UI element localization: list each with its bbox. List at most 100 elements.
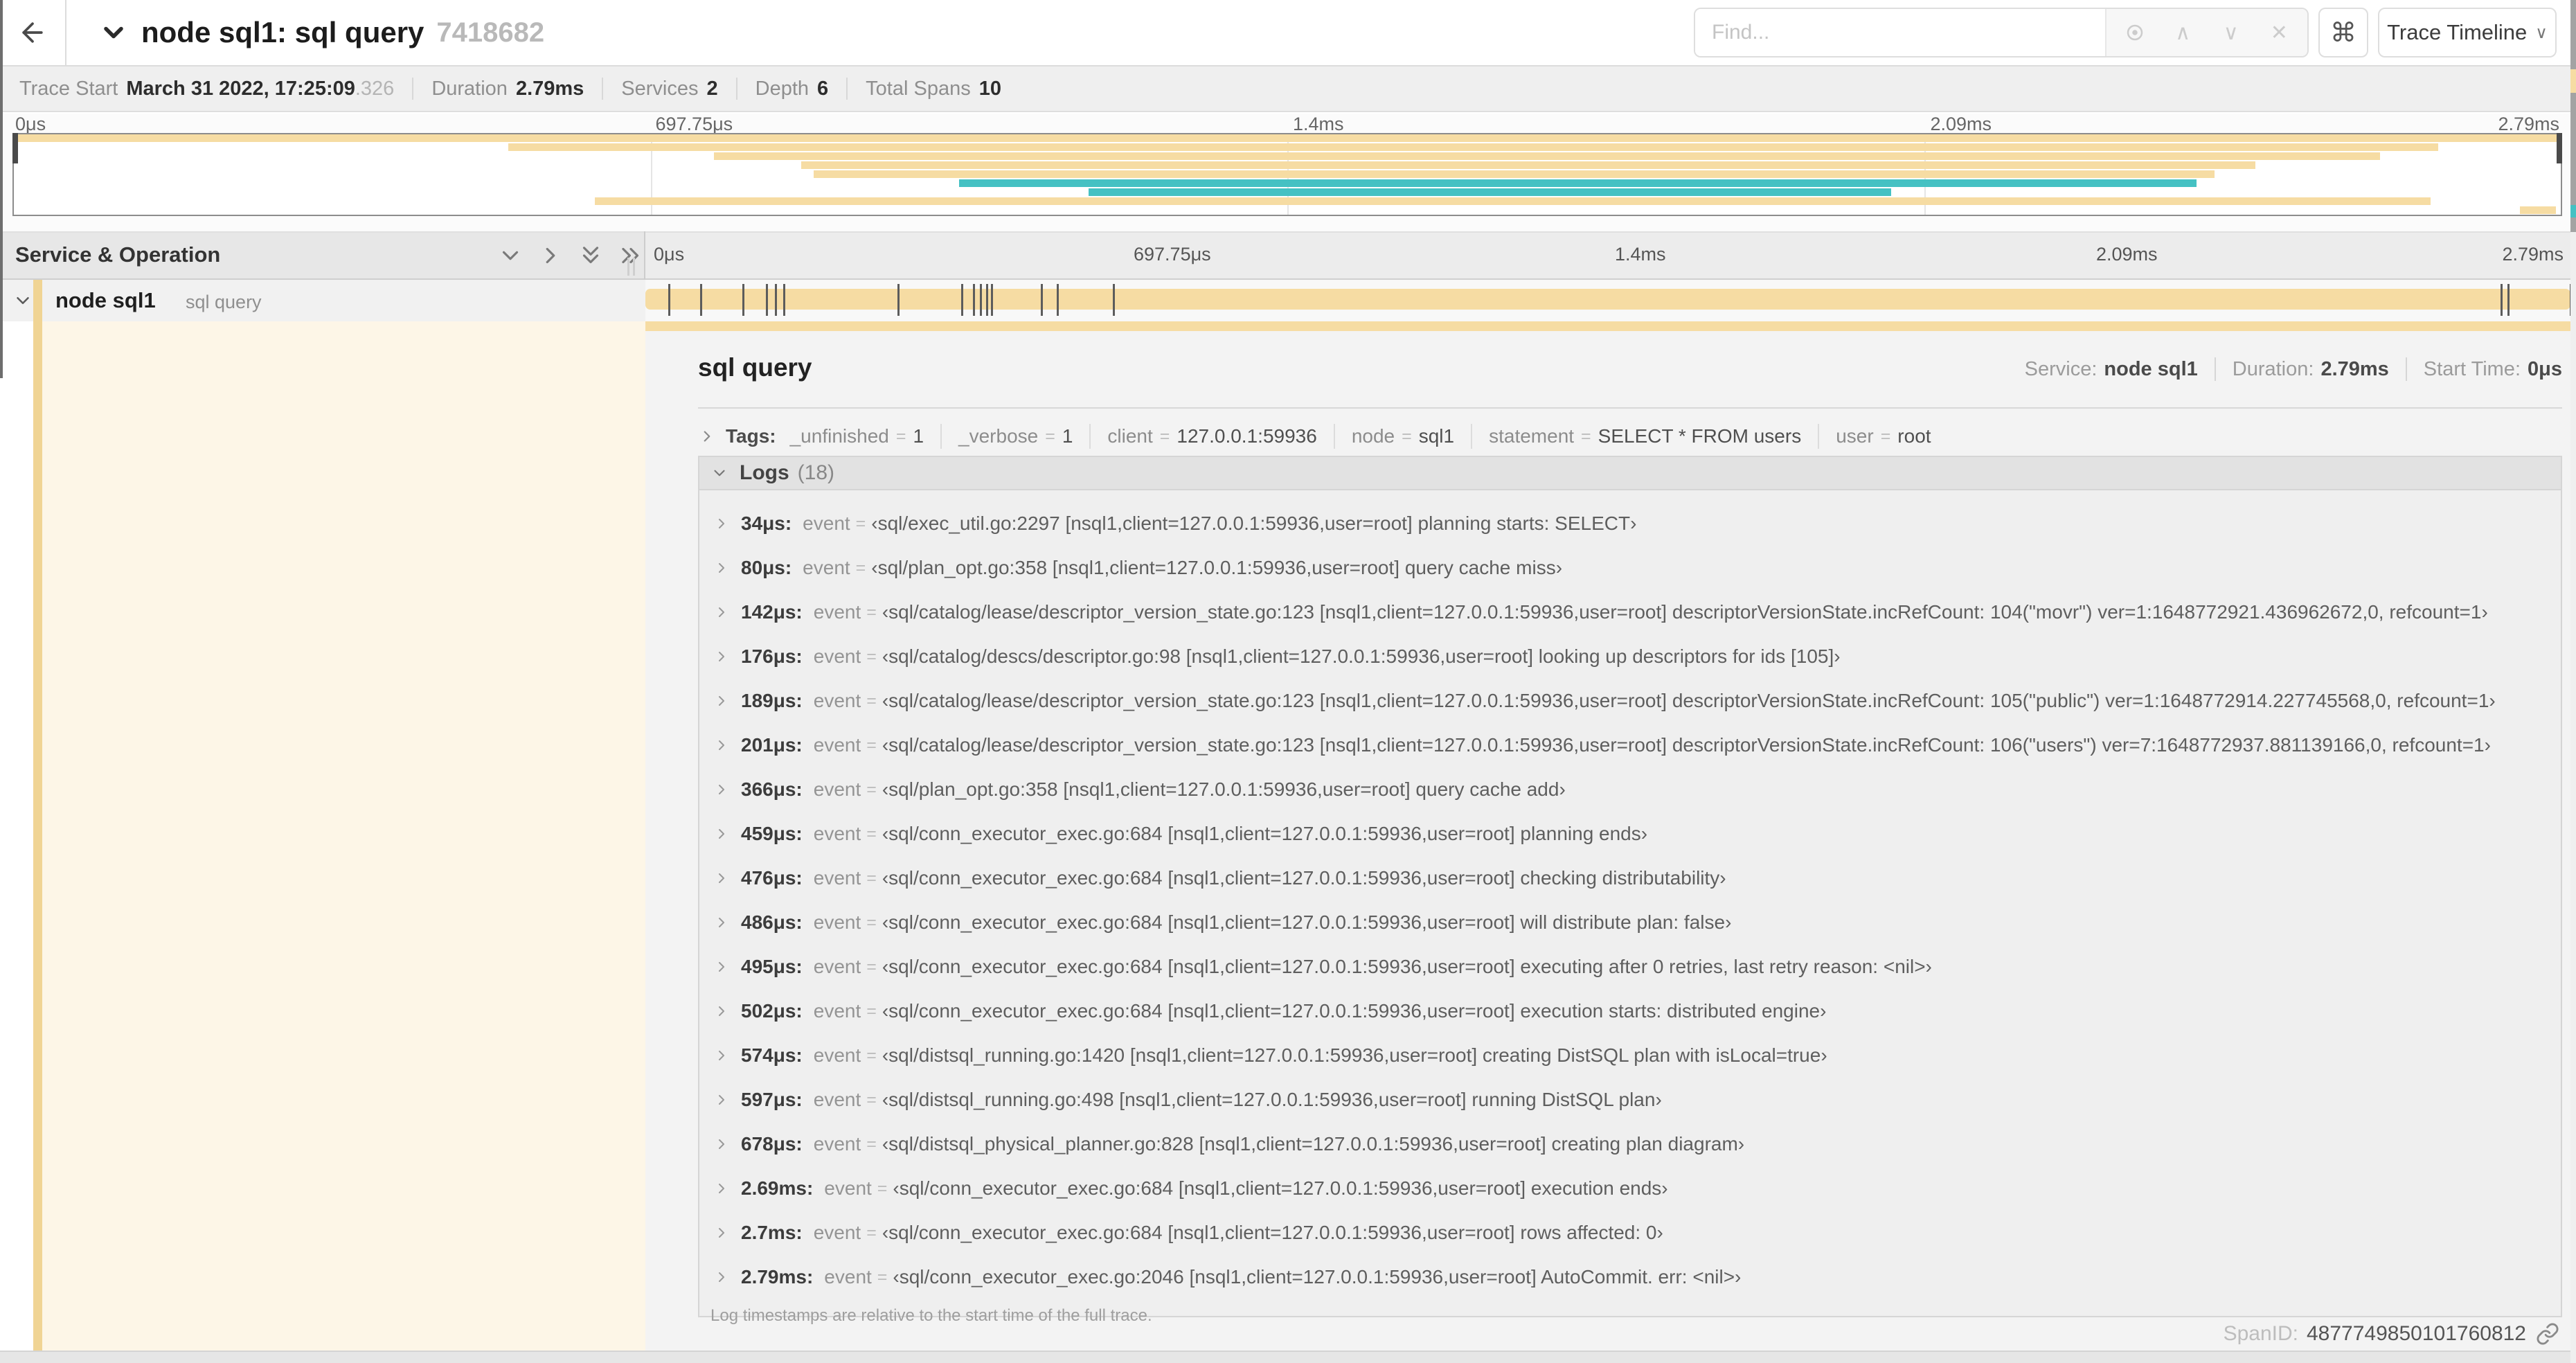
summary-label: Depth [755, 77, 810, 100]
divider [940, 424, 942, 449]
equals-sign: = [866, 602, 877, 622]
log-timestamp: 176μs: [741, 645, 803, 667]
log-field-name: event [824, 1177, 872, 1199]
minimap-ruler: 0μs 697.75μs 1.4ms 2.09ms 2.79ms [12, 114, 2562, 134]
span-row-name-cell[interactable]: node sql1 sql query [0, 280, 645, 321]
minimap-scrubber-right[interactable] [2557, 133, 2562, 163]
log-row[interactable]: 476μs: event = ‹sql/conn_executor_exec.g… [699, 856, 2561, 900]
log-row[interactable]: 2.7ms: event = ‹sql/conn_executor_exec.g… [699, 1211, 2561, 1255]
minimap-scrubber-left[interactable] [12, 133, 18, 163]
log-value: ‹sql/exec_util.go:2297 [nsql1,client=127… [871, 513, 1637, 534]
vertical-scrollbar-thumb[interactable] [2570, 0, 2576, 232]
log-row[interactable]: 495μs: event = ‹sql/conn_executor_exec.g… [699, 945, 2561, 989]
find-clear-close-icon[interactable]: ✕ [2259, 12, 2299, 53]
ruler-tick-25: 697.75μs [1134, 244, 1211, 265]
span-collapse-chevron-down-icon[interactable] [12, 290, 33, 311]
tag-item: _verbose = 1 [924, 424, 1073, 449]
find-input[interactable] [1695, 9, 2105, 56]
view-selector-button[interactable]: Trace Timeline ∨ [2378, 8, 2557, 57]
minimap-span [813, 170, 2215, 178]
log-row[interactable]: 2.69ms: event = ‹sql/conn_executor_exec.… [699, 1166, 2561, 1211]
log-value: ‹sql/distsql_physical_planner.go:828 [ns… [882, 1133, 1745, 1155]
collapse-one-chevron-down-icon[interactable] [497, 242, 524, 269]
log-row[interactable]: 574μs: event = ‹sql/distsql_running.go:1… [699, 1033, 2561, 1078]
column-resizer-handle[interactable] [623, 258, 638, 276]
service-value: node sql1 [2104, 357, 2198, 380]
find-prev-chevron-up-icon[interactable]: ∧ [2163, 12, 2203, 53]
log-row[interactable]: 486μs: event = ‹sql/conn_executor_exec.g… [699, 900, 2561, 945]
minimap-span [14, 134, 2561, 142]
log-chevron-right-icon [713, 781, 730, 798]
log-timestamp: 366μs: [741, 778, 803, 800]
logs-toggle-header[interactable]: Logs (18) [699, 457, 2561, 490]
log-row[interactable]: 502μs: event = ‹sql/conn_executor_exec.g… [699, 989, 2561, 1033]
span-operation-name: sql query [186, 292, 262, 312]
minimap-span [800, 161, 2255, 169]
span-detail-operation: sql query [698, 353, 812, 382]
log-value: ‹sql/catalog/lease/descriptor_version_st… [882, 690, 2496, 711]
log-row[interactable]: 597μs: event = ‹sql/distsql_running.go:4… [699, 1078, 2561, 1122]
log-value: ‹sql/catalog/lease/descriptor_version_st… [882, 601, 2488, 623]
log-timestamp: 80μs: [741, 557, 792, 578]
tag-item: _unfinished = 1 [790, 425, 924, 447]
log-row[interactable]: 142μs: event = ‹sql/catalog/lease/descri… [699, 590, 2561, 634]
log-row[interactable]: 2.79ms: event = ‹sql/conn_executor_exec.… [699, 1255, 2561, 1299]
log-row[interactable]: 80μs: event = ‹sql/plan_opt.go:358 [nsql… [699, 546, 2561, 590]
log-timestamp: 201μs: [741, 734, 803, 756]
summary-item: Trace Start March 31 2022, 17:25:09 .326 [19, 78, 394, 100]
keyboard-shortcuts-button[interactable]: ⌘ [2318, 8, 2368, 57]
vertical-scrollbar-track[interactable] [2570, 0, 2576, 1363]
horizontal-scrollbar-track[interactable] [0, 1351, 2576, 1363]
equals-sign: = [866, 1222, 877, 1242]
find-controls: ∧ ∨ ✕ [2105, 9, 2307, 56]
minimap-canvas[interactable] [12, 133, 2562, 216]
log-row[interactable]: 34μs: event = ‹sql/exec_util.go:2297 [ns… [699, 501, 2561, 546]
log-timestamp: 502μs: [741, 1000, 803, 1022]
deep-link-icon[interactable] [2536, 1322, 2559, 1346]
logs-label: Logs [740, 461, 789, 484]
collapse-trace-chevron-down-icon[interactable] [98, 17, 129, 48]
tag-key: user [1836, 425, 1874, 447]
log-chevron-right-icon [713, 1180, 730, 1197]
tag-value: sql1 [1418, 425, 1455, 447]
collapse-all-double-chevron-down-icon[interactable] [578, 242, 604, 269]
summary-value: 10 [978, 77, 1001, 100]
summary-item: Total Spans 10 [828, 78, 1001, 100]
log-field-name: event [813, 867, 861, 889]
log-value: ‹sql/distsql_running.go:1420 [nsql1,clie… [882, 1044, 1827, 1066]
log-row[interactable]: 459μs: event = ‹sql/conn_executor_exec.g… [699, 812, 2561, 856]
log-row[interactable]: 189μs: event = ‹sql/catalog/lease/descri… [699, 679, 2561, 723]
span-duration-bar[interactable] [645, 289, 2570, 310]
log-chevron-right-icon [713, 1136, 730, 1152]
log-row[interactable]: 176μs: event = ‹sql/catalog/descs/descri… [699, 634, 2561, 679]
minimap-tick-100: 2.79ms [2498, 114, 2559, 134]
locate-icon[interactable] [2115, 12, 2155, 53]
summary-label: Trace Start [19, 77, 118, 100]
trace-id: 7418682 [436, 17, 545, 48]
tag-key: statement [1489, 425, 1575, 447]
tag-key: _verbose [958, 425, 1039, 447]
span-id-row: SpanID: 4877749850101760812 [2224, 1319, 2559, 1349]
log-row[interactable]: 678μs: event = ‹sql/distsql_physical_pla… [699, 1122, 2561, 1166]
log-row[interactable]: 366μs: event = ‹sql/plan_opt.go:358 [nsq… [699, 767, 2561, 812]
equals-sign: = [1581, 426, 1591, 446]
divider [846, 78, 848, 100]
back-button[interactable] [0, 0, 66, 65]
top-bar: node sql1: sql query 7418682 ∧ ∨ ✕ ⌘ Tra… [0, 0, 2570, 66]
log-field-name: event [813, 1133, 861, 1155]
find-next-chevron-down-icon[interactable]: ∨ [2211, 12, 2251, 53]
log-chevron-right-icon [713, 959, 730, 975]
expand-one-chevron-right-icon[interactable] [537, 242, 564, 269]
log-chevron-right-icon [713, 560, 730, 576]
summary-item: Duration 2.79ms [394, 78, 584, 100]
log-value: ‹sql/conn_executor_exec.go:684 [nsql1,cl… [882, 1222, 1663, 1243]
back-arrow-icon [17, 17, 48, 48]
log-chevron-right-icon [713, 737, 730, 754]
log-row[interactable]: 201μs: event = ‹sql/catalog/lease/descri… [699, 723, 2561, 767]
log-field-name: event [813, 645, 861, 667]
tags-toggle-row[interactable]: Tags: _unfinished = 1 _verbose = 1 clien… [698, 420, 2562, 453]
span-row-timeline-cell [645, 280, 2572, 321]
command-icon: ⌘ [2330, 18, 2356, 48]
log-value: ‹sql/conn_executor_exec.go:2046 [nsql1,c… [893, 1266, 1742, 1288]
expand-collapse-controls [497, 242, 644, 269]
